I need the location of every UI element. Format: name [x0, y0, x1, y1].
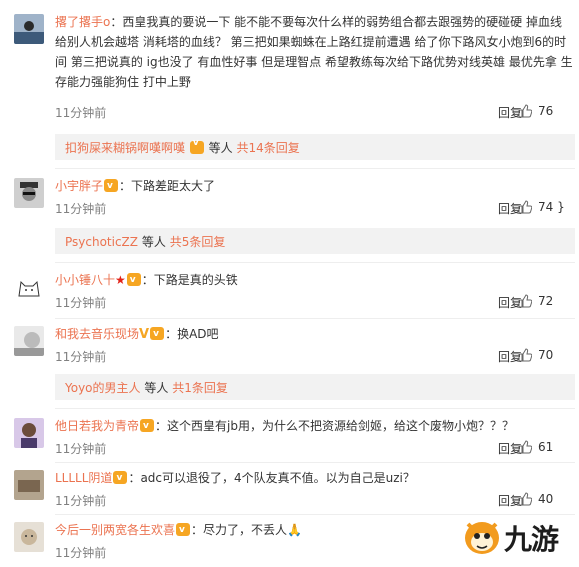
- sub-reply-user[interactable]: 扣狗屎来糊锅啊嘆啊嘆: [65, 141, 185, 155]
- sub-reply-user[interactable]: Yoyo的男主人: [65, 381, 141, 395]
- divider: [55, 168, 575, 169]
- comment-username[interactable]: 撂了撂手o: [55, 15, 110, 29]
- thumbs-up-icon: [518, 294, 532, 308]
- like-button[interactable]: 70: [518, 348, 554, 362]
- comment-body: 小宇胖子 ：下路差距太大了: [55, 176, 575, 196]
- like-button[interactable]: 40: [518, 492, 554, 506]
- sub-replies-text: Yoyo的男主人 等人 共1条回复: [65, 379, 228, 396]
- comment-text: ：这个西皇有jb用，为什么不把资源给剑姬，给这个废物小炮？？？: [155, 419, 514, 433]
- comment-timestamp: 11分钟前: [55, 106, 107, 120]
- vip-badge-icon: [104, 176, 119, 196]
- avatar[interactable]: [14, 470, 44, 500]
- sub-replies-text: PsychoticZZ 等人 共5条回复: [65, 233, 225, 250]
- avatar[interactable]: [14, 14, 44, 44]
- comment-timestamp: 11分钟前: [55, 546, 107, 560]
- star-badge-icon: ★: [115, 273, 126, 287]
- vip-badge-icon: [189, 138, 204, 154]
- divider: [55, 318, 575, 319]
- cat-avatar-icon: [14, 272, 44, 302]
- comment-timestamp: 11分钟前: [55, 442, 107, 456]
- comment-username[interactable]: LLLLL阴道: [55, 471, 112, 485]
- thumbs-up-icon: [518, 440, 532, 454]
- avatar[interactable]: [14, 178, 44, 208]
- vip-badge-icon: [176, 520, 191, 540]
- avatar[interactable]: [14, 326, 44, 356]
- vip-v-icon: V: [139, 327, 150, 342]
- vip-badge-icon: [150, 324, 165, 344]
- sub-reply-count[interactable]: 共1条回复: [172, 381, 228, 395]
- comment-feed: 撂了撂手o：西皇我真的要说一下 能不能不要每次什么样的弱势组合都去跟强势的硬碰硬…: [0, 0, 579, 567]
- comment-text: ：换AD吧: [165, 327, 219, 341]
- comment-body: 和我去音乐现场V ：换AD吧: [55, 324, 575, 345]
- like-button[interactable]: 72: [518, 294, 554, 308]
- comment-timestamp: 11分钟前: [55, 296, 107, 310]
- sub-reply-count[interactable]: 共5条回复: [170, 235, 226, 249]
- avatar-image-icon: [14, 178, 44, 208]
- comment-username[interactable]: 他日若我为青帝: [55, 419, 139, 433]
- divider: [55, 262, 575, 263]
- comment-text: ：下路是真的头铁: [141, 273, 238, 287]
- comment-body: 撂了撂手o：西皇我真的要说一下 能不能不要每次什么样的弱势组合都去跟强势的硬碰硬…: [55, 12, 575, 92]
- jiuyou-logo-icon: [465, 522, 499, 554]
- thumbs-up-icon: [518, 104, 532, 118]
- avatar-image-icon: [14, 470, 44, 500]
- comment-username[interactable]: 今后一别两宽各生欢喜: [55, 523, 175, 537]
- comment-timestamp: 11分钟前: [55, 494, 107, 508]
- comment-text: ：西皇我真的要说一下 能不能不要每次什么样的弱势组合都去跟强势的硬碰硬 掉血线 …: [55, 15, 573, 89]
- sub-replies-row[interactable]: PsychoticZZ 等人 共5条回复: [55, 228, 575, 254]
- avatar-image-icon: [14, 418, 44, 448]
- thumbs-up-icon: [518, 348, 532, 362]
- sub-reply-user[interactable]: PsychoticZZ: [65, 235, 138, 249]
- like-button[interactable]: 76: [518, 104, 554, 118]
- like-count: 61: [538, 440, 554, 454]
- sub-reply-middle: 等人: [144, 381, 169, 395]
- divider: [55, 462, 575, 463]
- sub-reply-count[interactable]: 共14条回复: [237, 141, 300, 155]
- sub-replies-row[interactable]: 扣狗屎来糊锅啊嘆啊嘆 等人 共14条回复: [55, 134, 575, 160]
- avatar-image-icon: [14, 326, 44, 356]
- comment-timestamp: 11分钟前: [55, 350, 107, 364]
- sub-reply-middle: 等人: [141, 235, 166, 249]
- like-count: 72: [538, 294, 554, 308]
- avatar[interactable]: [14, 522, 44, 552]
- vip-badge-icon: [113, 468, 128, 488]
- sub-replies-text: 扣狗屎来糊锅啊嘆啊嘆 等人 共14条回复: [65, 138, 300, 156]
- like-button[interactable]: 61: [518, 440, 554, 454]
- jiuyou-watermark: 九游: [460, 512, 576, 562]
- like-button[interactable]: 74 }: [518, 200, 565, 214]
- avatar-image-icon: [14, 14, 44, 44]
- comment-text: ：adc可以退役了，4个队友真不值。以为自己是uzi？: [128, 471, 415, 485]
- thumbs-up-icon: [518, 492, 532, 506]
- sub-reply-middle: 等人: [208, 141, 233, 155]
- pray-hands-icon: 🙏: [287, 523, 302, 537]
- comment-username[interactable]: 小宇胖子: [55, 179, 103, 193]
- avatar[interactable]: [14, 418, 44, 448]
- like-count: 40: [538, 492, 554, 506]
- avatar-image-icon: [14, 522, 44, 552]
- watermark-text: 九游: [504, 524, 559, 555]
- like-count: 70: [538, 348, 554, 362]
- comment-timestamp: 11分钟前: [55, 202, 107, 216]
- sub-replies-row[interactable]: Yoyo的男主人 等人 共1条回复: [55, 374, 575, 400]
- comment-text: ：尽力了，不丢人: [191, 523, 288, 537]
- divider: [55, 408, 575, 409]
- thumbs-up-icon: [518, 200, 532, 214]
- comment-body: 小小锤八十★ ：下路是真的头铁: [55, 270, 575, 290]
- comment-username[interactable]: 和我去音乐现场: [55, 327, 139, 341]
- avatar[interactable]: [14, 272, 44, 302]
- like-count: 74: [538, 200, 554, 214]
- comment-text: ：下路差距太大了: [119, 179, 216, 193]
- like-count: 76: [538, 104, 554, 118]
- comment-body: LLLLL阴道 ：adc可以退役了，4个队友真不值。以为自己是uzi？: [55, 468, 575, 488]
- vip-badge-icon: [126, 270, 141, 290]
- comment-body: 他日若我为青帝 ：这个西皇有jb用，为什么不把资源给剑姬，给这个废物小炮？？？: [55, 416, 575, 436]
- vip-badge-icon: [140, 416, 155, 436]
- comment-username[interactable]: 小小锤八十: [55, 273, 115, 287]
